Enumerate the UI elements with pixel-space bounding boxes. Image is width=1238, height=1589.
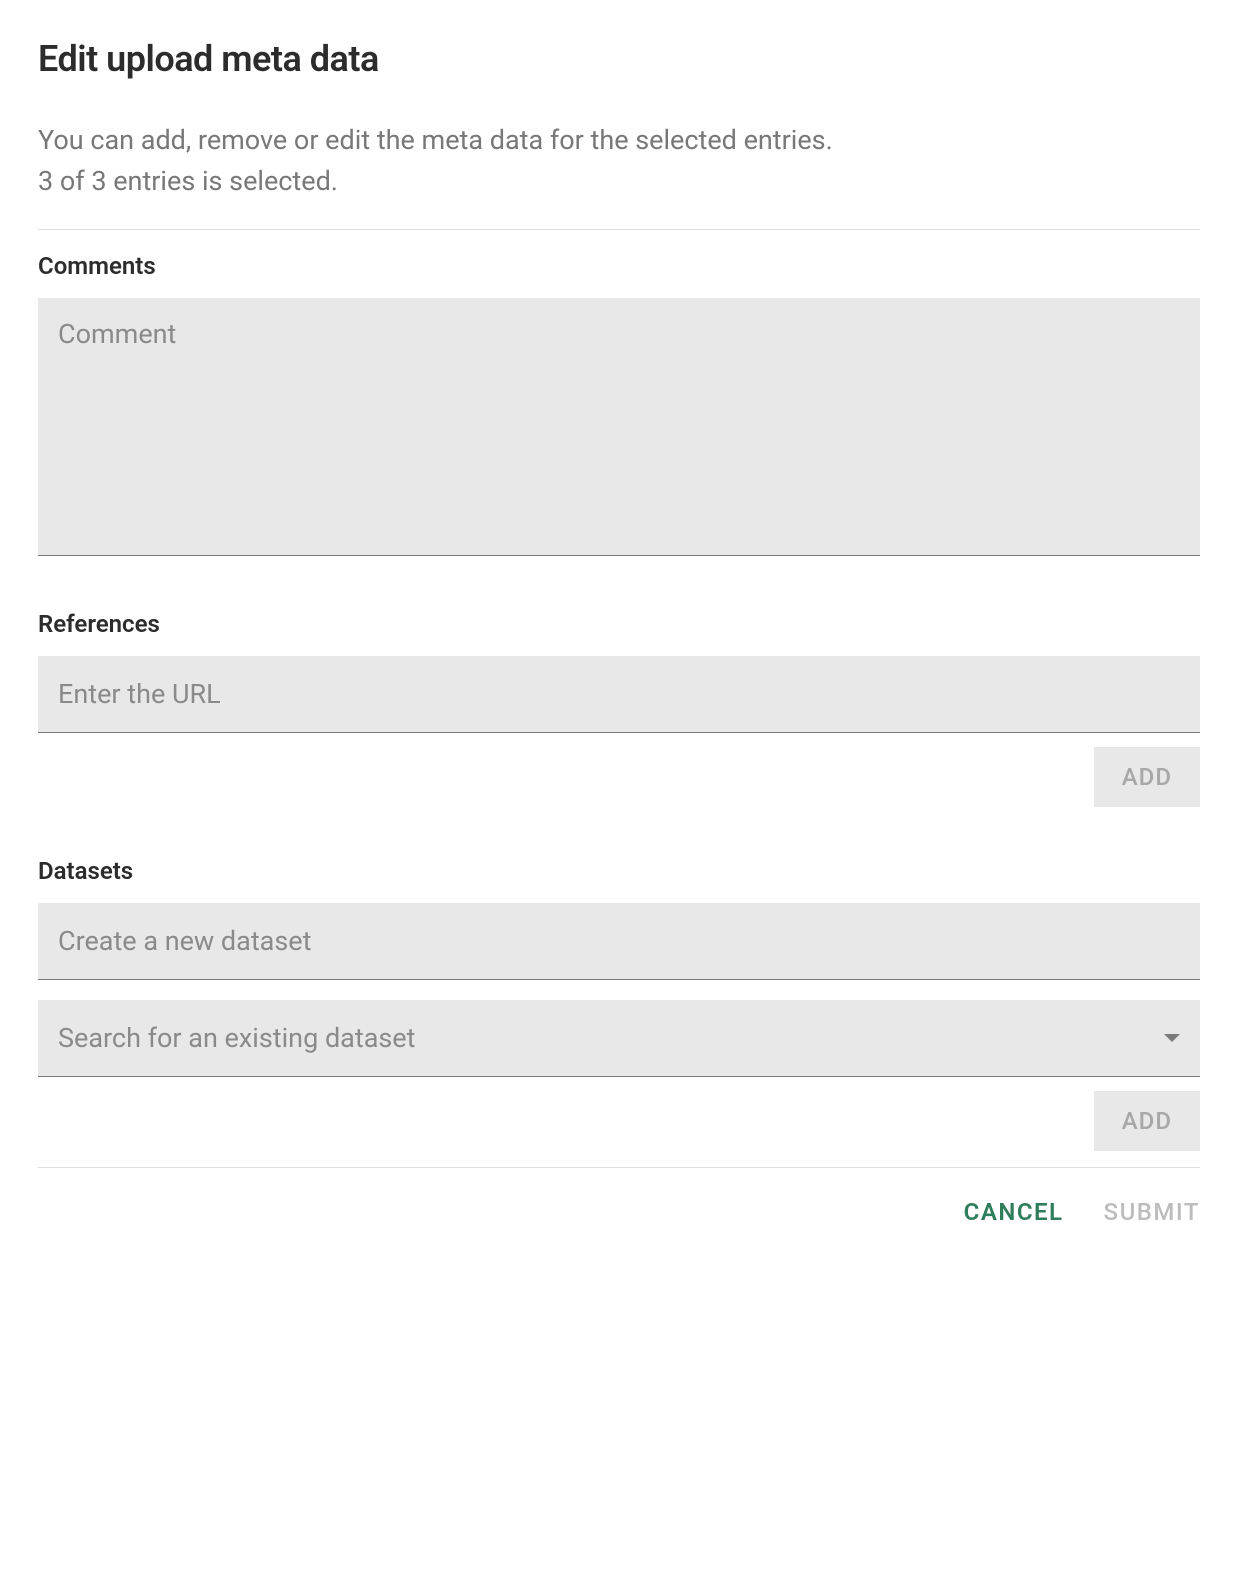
references-label: References — [38, 610, 1200, 638]
datasets-create-input[interactable] — [38, 903, 1200, 980]
submit-button[interactable]: SUBMIT — [1104, 1198, 1200, 1226]
datasets-section: Datasets Search for an existing dataset … — [38, 857, 1200, 1151]
description-line-2: 3 of 3 entries is selected. — [38, 161, 1200, 202]
datasets-search-select[interactable]: Search for an existing dataset — [38, 1000, 1200, 1077]
comments-label: Comments — [38, 252, 1200, 280]
datasets-label: Datasets — [38, 857, 1200, 885]
references-url-input[interactable] — [38, 656, 1200, 733]
datasets-add-button[interactable]: ADD — [1094, 1091, 1200, 1151]
description-line-1: You can add, remove or edit the meta dat… — [38, 120, 1200, 161]
header-divider — [38, 229, 1200, 230]
datasets-button-row: ADD — [38, 1091, 1200, 1151]
datasets-search-placeholder: Search for an existing dataset — [58, 1022, 415, 1054]
references-button-row: ADD — [38, 747, 1200, 807]
footer-divider — [38, 1167, 1200, 1168]
comments-section: Comments — [38, 252, 1200, 560]
cancel-button[interactable]: CANCEL — [964, 1198, 1064, 1226]
chevron-down-icon — [1164, 1034, 1180, 1042]
dialog-actions: CANCEL SUBMIT — [38, 1198, 1200, 1226]
references-add-button[interactable]: ADD — [1094, 747, 1200, 807]
references-section: References ADD — [38, 610, 1200, 807]
comments-textarea[interactable] — [38, 298, 1200, 556]
dialog-title: Edit upload meta data — [38, 38, 1200, 80]
dialog-description: You can add, remove or edit the meta dat… — [38, 120, 1200, 201]
